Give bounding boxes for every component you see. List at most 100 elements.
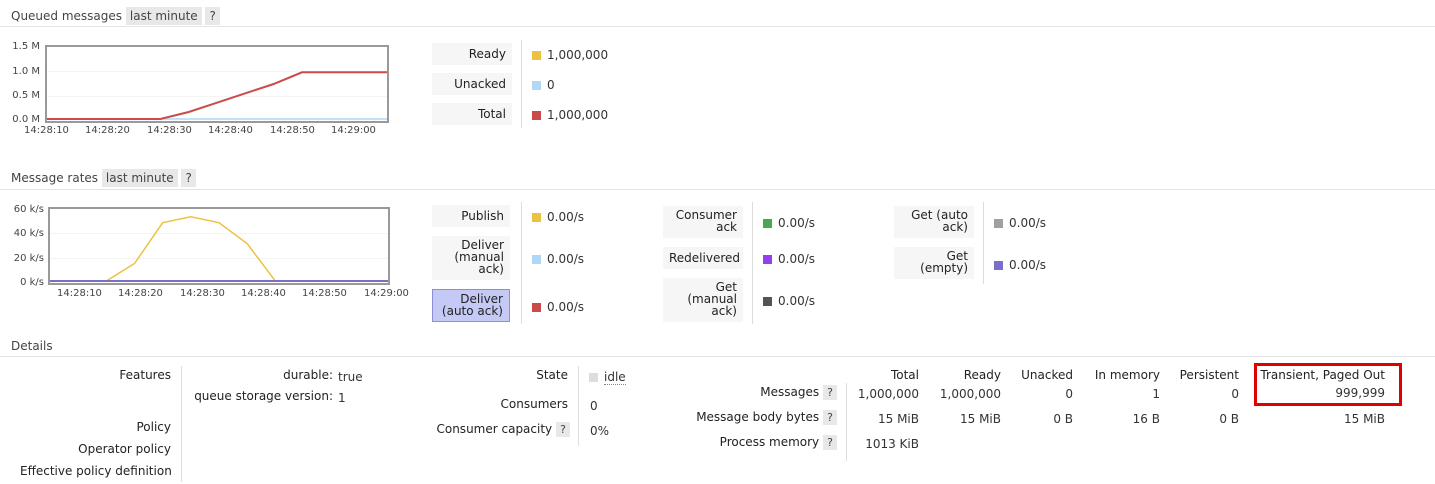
queue-storage-version-value: 1: [338, 391, 346, 405]
col-header-ready: Ready: [963, 368, 1001, 382]
x-tick-label: 14:28:10: [24, 125, 69, 136]
legend-label-consumer-ack[interactable]: Consumer ack: [663, 206, 743, 238]
swatch-get-empty: [994, 261, 1003, 270]
divider: [0, 189, 1435, 190]
x-tick-label: 14:28:30: [147, 125, 192, 136]
value-text: 0.00/s: [778, 252, 816, 266]
legend-label-redelivered[interactable]: Redelivered: [663, 247, 743, 269]
legend-label-get-empty[interactable]: Get (empty): [894, 247, 974, 279]
operator-policy-label: Operator policy: [78, 442, 171, 456]
value-text: 0.00/s: [778, 216, 816, 230]
queued-messages-title: Queued messages last minute ?: [11, 7, 220, 25]
queued-messages-chart: [45, 45, 389, 123]
range-selector-queued[interactable]: last minute: [125, 7, 202, 25]
value-text: 0.00/s: [1009, 258, 1047, 272]
x-tick-label: 14:28:20: [85, 125, 130, 136]
help-button-messages[interactable]: ?: [823, 385, 837, 400]
x-tick-label: 14:28:50: [302, 288, 347, 299]
queued-title-text: Queued messages: [11, 9, 123, 23]
legend-label-deliver-auto-ack[interactable]: Deliver (auto ack): [432, 289, 510, 322]
col-header-unacked: Unacked: [1021, 368, 1073, 382]
range-selector-rates[interactable]: last minute: [101, 169, 178, 187]
state-text: idle: [604, 370, 626, 385]
separator: [521, 202, 522, 324]
y-tick-label: 0.0 M: [12, 114, 40, 125]
swatch-publish: [532, 213, 541, 222]
help-button-capacity[interactable]: ?: [556, 422, 570, 437]
highlight-annotation-box: [1254, 363, 1402, 406]
help-button-rates[interactable]: ?: [181, 169, 196, 187]
state-indicator-icon: [589, 373, 598, 382]
x-tick-label: 14:28:40: [241, 288, 286, 299]
swatch-ready: [532, 51, 541, 60]
consumers-value: 0: [590, 399, 598, 413]
cell-bytes-in-memory: 16 B: [1132, 412, 1160, 426]
legend-value-deliver-auto: 0.00/s: [532, 300, 584, 314]
swatch-consumer-ack: [763, 219, 772, 228]
help-button-queued[interactable]: ?: [205, 7, 220, 25]
swatch-total: [532, 111, 541, 120]
cell-messages-total: 1,000,000: [857, 387, 919, 401]
value-text: 1,000,000: [547, 48, 609, 62]
rates-chart-svg: [50, 216, 388, 282]
help-button-body-bytes[interactable]: ?: [823, 410, 837, 425]
cell-bytes-persistent: 0 B: [1219, 412, 1239, 426]
x-tick-label: 14:28:50: [270, 125, 315, 136]
x-tick-label: 14:28:20: [118, 288, 163, 299]
divider: [0, 26, 1435, 27]
state-label: State: [536, 368, 568, 382]
cell-messages-ready: 1,000,000: [939, 387, 1001, 401]
series-line-publish: [50, 216, 388, 282]
legend-value-ready: 1,000,000: [532, 48, 608, 62]
legend-label-get-auto-ack[interactable]: Get (auto ack): [894, 206, 974, 238]
legend-label-ready[interactable]: Ready: [432, 43, 512, 65]
legend-value-consumer-ack: 0.00/s: [763, 216, 815, 230]
row-label-text: Process memory: [719, 435, 820, 449]
legend-value-get-empty: 0.00/s: [994, 258, 1046, 272]
x-tick-label: 14:28:30: [180, 288, 225, 299]
swatch-get-auto: [994, 219, 1003, 228]
swatch-unacked: [532, 81, 541, 90]
durable-key: durable:: [283, 368, 333, 382]
value-text: 0.00/s: [1009, 216, 1047, 230]
legend-label-deliver-manual-ack[interactable]: Deliver (manual ack): [432, 236, 510, 280]
y-tick-label: 0 k/s: [20, 277, 44, 288]
queued-chart-svg: [47, 71, 387, 120]
rates-title-text: Message rates: [11, 171, 99, 185]
divider: [0, 356, 1435, 357]
legend-label-get-manual-ack[interactable]: Get (manual ack): [663, 278, 743, 322]
consumer-capacity-value: 0%: [590, 424, 610, 438]
value-text: 1,000,000: [547, 108, 609, 122]
series-line-ready: [47, 71, 387, 120]
col-header-persistent: Persistent: [1179, 368, 1239, 382]
separator: [752, 202, 753, 324]
swatch-redelivered: [763, 255, 772, 264]
y-tick-label: 40 k/s: [13, 228, 44, 239]
col-header-total: Total: [890, 368, 919, 382]
swatch-get-manual: [763, 297, 772, 306]
legend-label-total[interactable]: Total: [432, 103, 512, 125]
separator: [983, 202, 984, 284]
features-label: Features: [119, 368, 171, 382]
x-tick-label: 14:29:00: [331, 125, 376, 136]
legend-value-unacked: 0: [532, 78, 555, 92]
row-label-process-memory: Process memory?: [640, 435, 837, 450]
cell-bytes-total: 15 MiB: [877, 412, 919, 426]
value-text: 0.00/s: [778, 294, 816, 308]
swatch-deliver-auto: [532, 303, 541, 312]
legend-label-unacked[interactable]: Unacked: [432, 73, 512, 95]
legend-label-publish[interactable]: Publish: [432, 205, 510, 227]
state-value: idle: [589, 370, 626, 385]
legend-value-deliver-manual: 0.00/s: [532, 252, 584, 266]
value-text: 0: [547, 78, 555, 92]
cell-messages-unacked: 0: [1065, 387, 1073, 401]
legend-value-get-manual: 0.00/s: [763, 294, 815, 308]
policy-label: Policy: [136, 420, 171, 434]
details-title: Details: [11, 339, 53, 353]
message-rates-chart: [48, 207, 390, 285]
cell-messages-persistent: 0: [1231, 387, 1239, 401]
swatch-deliver-manual: [532, 255, 541, 264]
help-button-process-memory[interactable]: ?: [823, 435, 837, 450]
row-label-text: Messages: [760, 385, 820, 399]
x-tick-label: 14:28:40: [208, 125, 253, 136]
